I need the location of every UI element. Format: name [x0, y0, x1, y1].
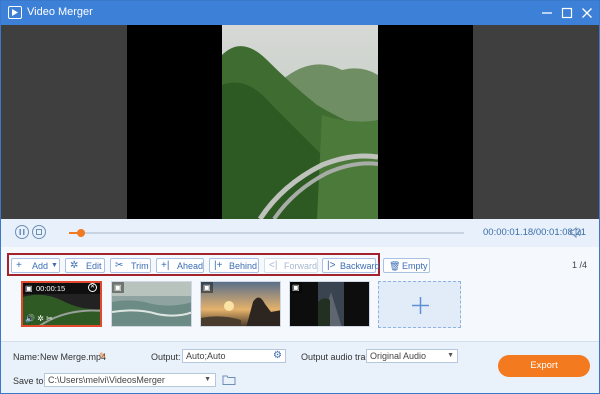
- output-format-field[interactable]: Auto;Auto ⚙: [182, 349, 286, 363]
- app-title: Video Merger: [27, 6, 93, 18]
- move-forward-icon: <|: [269, 260, 278, 271]
- film-icon: ▣: [203, 283, 211, 292]
- clip-info-bar: ▣: [290, 282, 302, 293]
- clip-trim-icon[interactable]: ✂: [46, 314, 53, 323]
- dropdown-arrow-icon[interactable]: ▼: [51, 260, 58, 272]
- clip-thumbnail-4[interactable]: ▣: [289, 281, 370, 327]
- clip-info-bar: ▣ 00:00:15 ✕: [23, 283, 100, 294]
- progress-track[interactable]: [69, 229, 464, 237]
- pause-icon: [19, 229, 25, 235]
- scissors-icon: ✂: [115, 260, 124, 271]
- backward-button[interactable]: |> Backward: [322, 258, 380, 273]
- insert-behind-icon: |+: [214, 260, 223, 271]
- video-frame: [222, 25, 378, 219]
- magic-wand-icon: ✲: [70, 260, 79, 271]
- mountain-road-image: [222, 25, 378, 219]
- clip-thumbnail-3[interactable]: ▣: [200, 281, 281, 327]
- open-folder-icon[interactable]: [222, 373, 236, 386]
- remove-clip-icon[interactable]: ✕: [88, 283, 97, 292]
- progress-handle[interactable]: [76, 229, 85, 237]
- move-backward-icon: |>: [327, 260, 336, 271]
- film-icon: ▣: [114, 283, 122, 292]
- edit-toolbar: + Add ▼ ✲ Edit ✂ Trim +| Ahead |+ Behind…: [7, 253, 380, 276]
- name-value[interactable]: New Merge.mp4: [40, 352, 106, 362]
- export-button[interactable]: Export: [498, 355, 590, 377]
- clip-actions: 🔊 ✲ ✂: [25, 314, 53, 323]
- forward-button[interactable]: <| Forward: [264, 258, 318, 273]
- playback-bar: 00:00:01.18/00:01:08.21: [1, 219, 599, 247]
- clip-3-image: [201, 282, 280, 326]
- volume-icon[interactable]: [569, 226, 582, 239]
- clip-info-bar: ▣: [112, 282, 124, 293]
- film-icon: ▣: [25, 284, 33, 293]
- add-button[interactable]: + Add ▼: [11, 258, 60, 273]
- clip-workarea: + Add ▼ ✲ Edit ✂ Trim +| Ahead |+ Behind…: [1, 247, 599, 341]
- app-logo-icon: [8, 6, 22, 19]
- video-preview[interactable]: [1, 25, 599, 219]
- trash-icon: 🗑: [389, 261, 401, 271]
- clip-2-image: [112, 282, 191, 326]
- trim-button[interactable]: ✂ Trim: [110, 258, 151, 273]
- empty-button[interactable]: 🗑 Empty: [383, 258, 430, 273]
- save-to-label: Save to:: [13, 376, 47, 386]
- ahead-button[interactable]: +| Ahead: [156, 258, 204, 273]
- maximize-icon[interactable]: [558, 4, 576, 22]
- video-merger-window: Video Merger 00:00:01.18/00:01:08.21 + A…: [0, 0, 600, 394]
- chevron-down-icon[interactable]: ▼: [204, 374, 211, 386]
- clip-thumbnail-2[interactable]: ▣: [111, 281, 192, 327]
- chevron-down-icon: ▼: [447, 352, 454, 359]
- clip-duration: 00:00:15: [36, 284, 66, 293]
- output-settings: Name: New Merge.mp4 ✎ Output: Auto;Auto …: [1, 341, 599, 393]
- page-counter: 1 /4: [572, 260, 588, 270]
- pause-button[interactable]: [15, 225, 29, 239]
- insert-ahead-icon: +|: [161, 260, 170, 271]
- plus-icon: +: [16, 260, 22, 271]
- settings-gear-icon[interactable]: ⚙: [273, 350, 282, 362]
- save-path-field[interactable]: C:\Users\melvi\VideosMerger ▼: [44, 373, 216, 387]
- clip-4-image: [290, 282, 369, 326]
- audio-track-select[interactable]: Original Audio ▼: [366, 349, 458, 363]
- title-bar: Video Merger: [1, 1, 599, 25]
- close-icon[interactable]: [578, 4, 596, 22]
- stop-button[interactable]: [32, 225, 46, 239]
- name-label: Name:: [13, 352, 40, 362]
- edit-button[interactable]: ✲ Edit: [65, 258, 105, 273]
- minimize-icon[interactable]: [538, 4, 556, 22]
- behind-button[interactable]: |+ Behind: [209, 258, 259, 273]
- clip-edit-icon[interactable]: ✲: [37, 314, 44, 323]
- output-label: Output:: [151, 352, 181, 362]
- rename-pencil-icon[interactable]: ✎: [99, 351, 107, 362]
- clip-volume-icon[interactable]: 🔊: [25, 314, 35, 323]
- clip-info-bar: ▣: [201, 282, 213, 293]
- film-icon: ▣: [292, 283, 300, 292]
- large-plus-icon: [412, 297, 429, 314]
- clip-thumbnail-1[interactable]: ▣ 00:00:15 ✕ 🔊 ✲ ✂: [21, 281, 102, 327]
- stop-icon: [36, 229, 42, 235]
- add-clip-button[interactable]: [378, 281, 461, 328]
